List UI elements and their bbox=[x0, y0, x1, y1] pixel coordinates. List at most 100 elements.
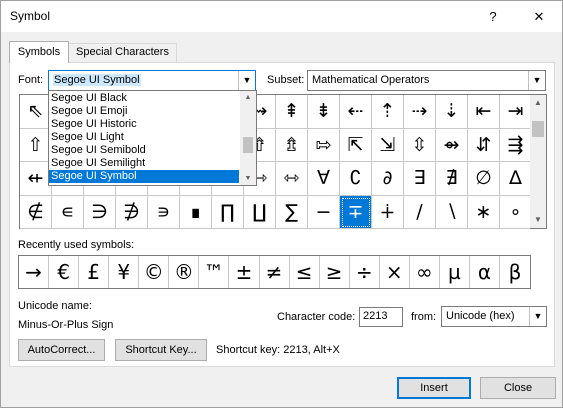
unicode-name-value: Minus-Or-Plus Sign bbox=[18, 319, 114, 331]
scroll-thumb[interactable] bbox=[532, 121, 544, 137]
close-button[interactable]: Close bbox=[480, 377, 556, 399]
subset-combobox[interactable]: Mathematical Operators ▼ bbox=[307, 70, 546, 91]
recent-symbol-cell[interactable]: © bbox=[139, 256, 170, 288]
symbol-cell[interactable]: ⇥ bbox=[500, 95, 532, 129]
symbol-cell[interactable]: ∃ bbox=[404, 162, 436, 196]
symbol-cell[interactable]: ∁ bbox=[340, 162, 372, 196]
symbol-cell[interactable]: ∘ bbox=[500, 195, 532, 229]
shortcut-key-button[interactable]: Shortcut Key... bbox=[115, 339, 207, 361]
recent-symbol-cell[interactable]: α bbox=[470, 256, 500, 288]
grid-scrollbar[interactable]: ▲ ▼ bbox=[530, 94, 547, 229]
symbol-cell[interactable]: ⇞ bbox=[276, 95, 308, 129]
recent-symbol-cell[interactable]: ≥ bbox=[320, 256, 350, 288]
character-code-input[interactable]: 2213 bbox=[359, 307, 403, 327]
tab-special-characters[interactable]: Special Characters bbox=[68, 43, 177, 62]
dropdown-scrollbar[interactable]: ▲ ▼ bbox=[240, 91, 256, 185]
recent-symbol-cell[interactable]: ™ bbox=[199, 256, 230, 288]
title-bar: Symbol ? ✕ bbox=[1, 1, 562, 32]
font-combobox[interactable]: Segoe UI Symbol ▼ bbox=[48, 70, 256, 91]
chevron-down-icon[interactable]: ▼ bbox=[529, 307, 546, 326]
symbol-cell[interactable]: ∆ bbox=[500, 162, 532, 196]
scroll-down-icon[interactable]: ▼ bbox=[240, 172, 256, 185]
recent-symbol-cell[interactable]: ÷ bbox=[350, 256, 380, 288]
font-option[interactable]: Segoe UI Semibold bbox=[49, 144, 239, 157]
symbol-cell[interactable]: ∐ bbox=[244, 195, 276, 229]
symbol-cell[interactable]: ⇠ bbox=[340, 95, 372, 129]
symbol-cell[interactable]: ⇡ bbox=[372, 95, 404, 129]
symbol-cell[interactable]: ∊ bbox=[52, 195, 84, 229]
symbol-cell[interactable]: ∓ bbox=[340, 195, 372, 229]
font-option[interactable]: Segoe UI Black bbox=[49, 92, 239, 105]
symbol-cell[interactable]: ⇯ bbox=[276, 128, 308, 162]
autocorrect-button[interactable]: AutoCorrect... bbox=[18, 339, 105, 361]
symbol-cell[interactable]: ⇰ bbox=[308, 128, 340, 162]
recent-symbol-cell[interactable]: β bbox=[500, 256, 530, 288]
tab-symbols[interactable]: Symbols bbox=[9, 41, 69, 63]
chevron-down-icon[interactable]: ▼ bbox=[238, 71, 255, 90]
recent-symbol-cell[interactable]: µ bbox=[440, 256, 470, 288]
recent-symbol-cell[interactable]: ± bbox=[229, 256, 260, 288]
symbol-cell[interactable]: ⇲ bbox=[372, 128, 404, 162]
shortcut-key-text: Shortcut key: 2213, Alt+X bbox=[216, 344, 340, 356]
font-option[interactable]: Segoe UI Light bbox=[49, 131, 239, 144]
symbol-cell[interactable]: ⇤ bbox=[468, 95, 500, 129]
chevron-down-icon[interactable]: ▼ bbox=[528, 71, 545, 90]
symbol-cell[interactable]: ⇶ bbox=[500, 128, 532, 162]
font-dropdown-list: ▲ ▼ Segoe UI Black Segoe UI Emoji Segoe UI… bbox=[48, 90, 257, 186]
symbol-cell[interactable]: ∀ bbox=[308, 162, 340, 196]
recent-symbol-cell[interactable]: → bbox=[19, 256, 50, 288]
font-label: Font: bbox=[18, 74, 44, 86]
symbol-cell[interactable]: ⇣ bbox=[436, 95, 468, 129]
help-button[interactable]: ? bbox=[470, 1, 516, 32]
symbol-cell[interactable]: ∔ bbox=[372, 195, 404, 229]
symbol-cell[interactable]: ⇢ bbox=[404, 95, 436, 129]
symbol-cell[interactable]: ∗ bbox=[468, 195, 500, 229]
symbol-cell[interactable]: ∂ bbox=[372, 162, 404, 196]
symbol-cell[interactable]: ∋ bbox=[84, 195, 116, 229]
symbol-cell[interactable]: ∎ bbox=[180, 195, 212, 229]
unicode-name-label: Unicode name: bbox=[18, 300, 92, 312]
recent-symbol-cell[interactable]: ® bbox=[169, 256, 200, 288]
symbol-cell[interactable]: ∑ bbox=[276, 195, 308, 229]
symbol-cell[interactable]: ⇱ bbox=[340, 128, 372, 162]
character-code-label: Character code: bbox=[277, 311, 356, 323]
symbol-cell[interactable]: ⇟ bbox=[308, 95, 340, 129]
symbol-cell[interactable]: ∏ bbox=[212, 195, 244, 229]
font-value: Segoe UI Symbol bbox=[53, 74, 141, 86]
font-option[interactable]: Segoe UI Symbol bbox=[49, 170, 239, 183]
font-option[interactable]: Segoe UI Historic bbox=[49, 118, 239, 131]
scroll-thumb[interactable] bbox=[243, 137, 253, 153]
font-option[interactable]: Segoe UI Emoji bbox=[49, 105, 239, 118]
symbol-cell[interactable]: ∉ bbox=[20, 195, 52, 229]
recent-symbol-cell[interactable]: € bbox=[49, 256, 80, 288]
symbol-cell[interactable]: ⇳ bbox=[404, 128, 436, 162]
symbol-cell[interactable]: ⇴ bbox=[436, 128, 468, 162]
close-window-button[interactable]: ✕ bbox=[516, 1, 562, 32]
recent-symbol-cell[interactable]: ≠ bbox=[260, 256, 290, 288]
symbol-cell[interactable]: ⇵ bbox=[468, 128, 500, 162]
scroll-up-icon[interactable]: ▲ bbox=[240, 91, 256, 104]
symbol-cell[interactable]: ∍ bbox=[148, 195, 180, 229]
symbol-cell[interactable]: − bbox=[308, 195, 340, 229]
scroll-down-icon[interactable]: ▼ bbox=[530, 212, 546, 228]
font-option[interactable]: Segoe UI Semilight bbox=[49, 157, 239, 170]
dialog-title: Symbol bbox=[10, 9, 51, 23]
recent-symbol-cell[interactable]: ¥ bbox=[109, 256, 140, 288]
recent-symbol-cell[interactable]: ≤ bbox=[290, 256, 320, 288]
symbol-cell[interactable]: ⇿ bbox=[276, 162, 308, 196]
symbol-dialog: Symbol ? ✕ Symbols Special Characters Fo… bbox=[0, 0, 563, 408]
symbol-cell[interactable]: ∖ bbox=[436, 195, 468, 229]
recent-symbol-cell[interactable]: × bbox=[380, 256, 410, 288]
symbol-cell[interactable]: ∕ bbox=[404, 195, 436, 229]
from-value: Unicode (hex) bbox=[446, 310, 515, 322]
insert-button[interactable]: Insert bbox=[397, 377, 471, 399]
recent-symbol-cell[interactable]: ∞ bbox=[410, 256, 440, 288]
symbol-cell[interactable]: ∅ bbox=[468, 162, 500, 196]
subset-label: Subset: bbox=[267, 74, 305, 86]
symbol-cell[interactable]: ∌ bbox=[116, 195, 148, 229]
symbol-cell[interactable]: ∄ bbox=[436, 162, 468, 196]
scroll-up-icon[interactable]: ▲ bbox=[530, 95, 546, 111]
recent-symbol-cell[interactable]: £ bbox=[79, 256, 110, 288]
from-combobox[interactable]: Unicode (hex) ▼ bbox=[441, 306, 547, 327]
from-label: from: bbox=[411, 311, 437, 323]
